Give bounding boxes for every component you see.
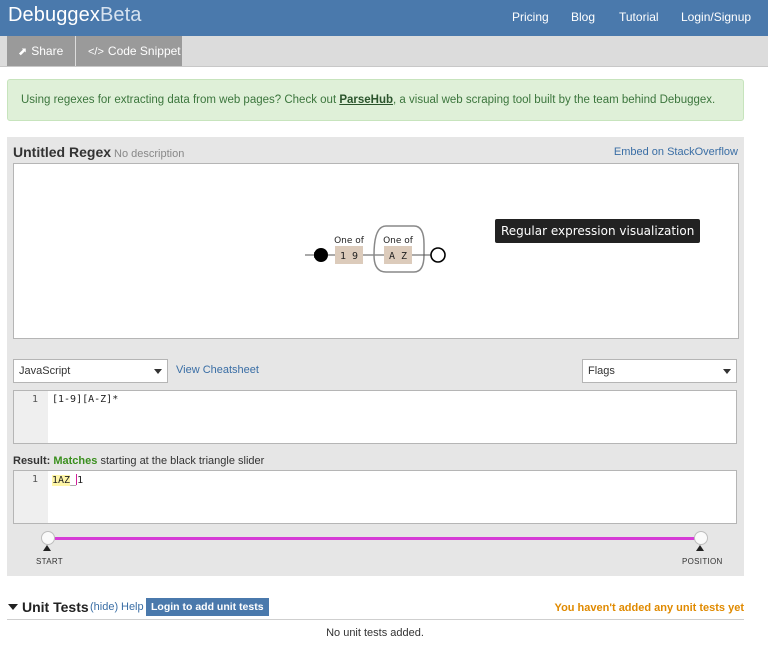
unit-tests-hide-link[interactable]: (hide)	[90, 601, 118, 613]
toolbar: ⬈ Share </> Code Snippet	[0, 36, 768, 67]
nav-pricing[interactable]: Pricing	[512, 10, 549, 24]
parsehub-link[interactable]: ParseHub	[339, 94, 393, 106]
editor-gutter: 1	[14, 391, 48, 443]
brand-logo[interactable]: DebuggexBeta	[8, 4, 142, 27]
share-icon: ⬈	[18, 46, 28, 58]
result-status-value: Matches	[53, 455, 98, 467]
share-button[interactable]: ⬈ Share	[7, 36, 75, 66]
code-icon: </>	[88, 46, 104, 58]
code-snippet-label: Code Snippet	[107, 44, 181, 58]
unit-tests-empty: No unit tests added.	[326, 627, 424, 639]
regex-title[interactable]: Untitled Regex	[13, 144, 111, 160]
chevron-down-icon	[723, 369, 731, 374]
group1-chars: 1 9	[340, 251, 358, 262]
flags-select[interactable]: Flags	[582, 359, 737, 383]
unit-tests-title: Unit Tests	[22, 599, 89, 615]
login-add-tests-button[interactable]: Login to add unit tests	[146, 598, 269, 616]
start-node	[314, 248, 328, 262]
flags-value: Flags	[588, 365, 615, 377]
alert-text-before: Using regexes for extracting data from w…	[21, 94, 340, 106]
regex-panel: Untitled Regex No description Embed on St…	[7, 137, 744, 576]
result-status: Result: Matches starting at the black tr…	[13, 455, 264, 467]
railroad-diagram: One of 1 9 One of A Z	[305, 225, 446, 273]
regex-title-row: Untitled Regex No description	[13, 144, 184, 160]
group2-chars: A Z	[389, 251, 407, 262]
group1-label: One of	[334, 236, 365, 246]
visualization-tooltip: Regular expression visualization	[495, 219, 701, 243]
promo-alert: Using regexes for extracting data from w…	[7, 79, 744, 121]
divider	[7, 619, 744, 620]
flavor-select[interactable]: JavaScript	[13, 359, 168, 383]
nav-tutorial[interactable]: Tutorial	[619, 10, 659, 24]
editor-gutter: 1	[14, 471, 48, 523]
test-string-editor[interactable]: 1 1AZ_1	[13, 470, 737, 524]
position-triangle-icon[interactable]	[696, 545, 704, 551]
nav-blog[interactable]: Blog	[571, 10, 595, 24]
group2-label: One of	[383, 236, 414, 246]
collapse-caret-icon[interactable]	[8, 604, 18, 610]
result-prefix: Result:	[13, 455, 51, 467]
regex-editor[interactable]: 1 [1-9][A-Z]*	[13, 390, 737, 444]
start-label: START	[36, 557, 63, 566]
top-navbar: DebuggexBeta Pricing Blog Tutorial Login…	[0, 0, 768, 36]
position-label: POSITION	[682, 557, 723, 566]
end-node	[430, 247, 446, 263]
regex-description[interactable]: No description	[114, 148, 184, 160]
line-number: 1	[31, 394, 38, 405]
match-highlight: 1AZ	[52, 475, 71, 486]
brand-name: Debuggex	[8, 4, 100, 26]
regex-pattern[interactable]: [1-9][A-Z]*	[52, 394, 118, 405]
nav-login-signup[interactable]: Login/Signup	[681, 10, 751, 24]
unit-tests-warning: You haven't added any unit tests yet	[554, 602, 744, 614]
test-rest-after: 1	[77, 475, 84, 486]
slider-track[interactable]	[55, 537, 701, 540]
brand-beta: Beta	[99, 4, 142, 26]
cheatsheet-link[interactable]: View Cheatsheet	[176, 364, 259, 376]
unit-tests-help-link[interactable]: Help	[121, 601, 144, 613]
line-number: 1	[31, 474, 38, 485]
result-suffix: starting at the black triangle slider	[100, 455, 265, 467]
position-slider-handle[interactable]	[694, 531, 708, 545]
test-string[interactable]: 1AZ_1	[52, 474, 83, 486]
start-triangle-icon[interactable]	[43, 545, 51, 551]
chevron-down-icon	[154, 369, 162, 374]
start-slider-handle[interactable]	[41, 531, 55, 545]
alert-text-after: , a visual web scraping tool built by th…	[393, 94, 716, 106]
regex-visualization: One of 1 9 One of A Z Regular expression…	[13, 163, 739, 339]
share-label: Share	[31, 44, 64, 58]
code-snippet-button[interactable]: </> Code Snippet	[76, 36, 182, 66]
embed-stackoverflow-link[interactable]: Embed on StackOverflow	[614, 146, 738, 158]
flavor-value: JavaScript	[19, 365, 71, 377]
